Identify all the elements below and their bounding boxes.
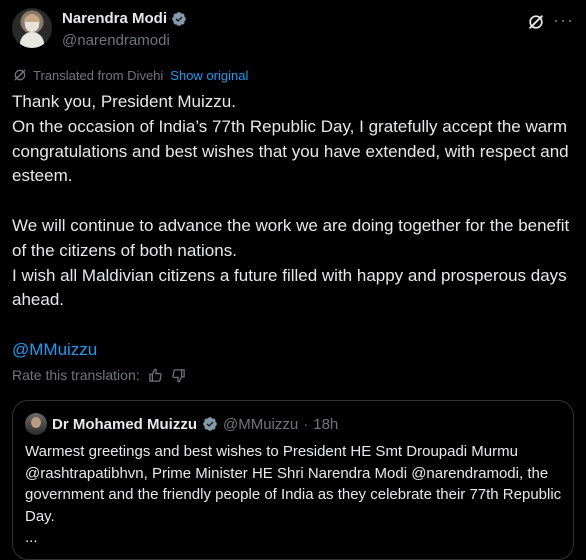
- show-original-link[interactable]: Show original: [170, 68, 248, 83]
- post-header: Narendra Modi @narendramodi ···: [12, 8, 574, 52]
- quoted-avatar: [25, 413, 47, 435]
- post-line-1: Thank you, President Muizzu.: [12, 92, 236, 111]
- post-line-4: I wish all Maldivian citizens a future f…: [12, 265, 567, 310]
- rate-translation: Rate this translation:: [12, 367, 186, 383]
- translated-label: Translated from Divehi: [33, 67, 164, 83]
- verified-badge-icon: [172, 11, 186, 26]
- post-text: Thank you, President Muizzu. On the occa…: [12, 90, 572, 363]
- quoted-display-name: Dr Mohamed Muizzu: [52, 415, 197, 433]
- post-line-3: We will continue to advance the work we …: [12, 215, 570, 260]
- author-display-name[interactable]: Narendra Modi: [62, 10, 167, 27]
- meta-separator: ·: [303, 415, 309, 433]
- author-name-row: Narendra Modi: [62, 10, 187, 27]
- avatar[interactable]: [12, 8, 52, 48]
- thumbs-down-icon[interactable]: [171, 368, 186, 383]
- quoted-timestamp: 18h: [313, 415, 339, 433]
- grok-icon[interactable]: [526, 12, 546, 32]
- post-line-2: On the occasion of India’s 77th Republic…: [12, 116, 569, 186]
- verified-badge-icon: [203, 417, 217, 431]
- more-icon[interactable]: ···: [553, 10, 574, 31]
- rate-label: Rate this translation:: [12, 367, 140, 383]
- quoted-post[interactable]: Dr Mohamed Muizzu @MMuizzu · 18h Warmest…: [12, 400, 574, 560]
- quoted-handle: @MMuizzu: [223, 415, 299, 433]
- quoted-text: Warmest greetings and best wishes to Pre…: [25, 441, 563, 549]
- translation-notice: Translated from Divehi Show original: [12, 67, 248, 83]
- translate-icon: [14, 69, 26, 81]
- avatar-body: [20, 32, 44, 48]
- mention-link[interactable]: @MMuizzu: [12, 340, 97, 359]
- thumbs-up-icon[interactable]: [148, 368, 163, 383]
- author-handle[interactable]: @narendramodi: [62, 32, 170, 49]
- quoted-body: Warmest greetings and best wishes to Pre…: [25, 443, 562, 525]
- avatar-beard: [25, 22, 39, 32]
- quoted-ellipsis: ...: [25, 529, 38, 546]
- quoted-post-header: Dr Mohamed Muizzu @MMuizzu · 18h: [25, 413, 338, 435]
